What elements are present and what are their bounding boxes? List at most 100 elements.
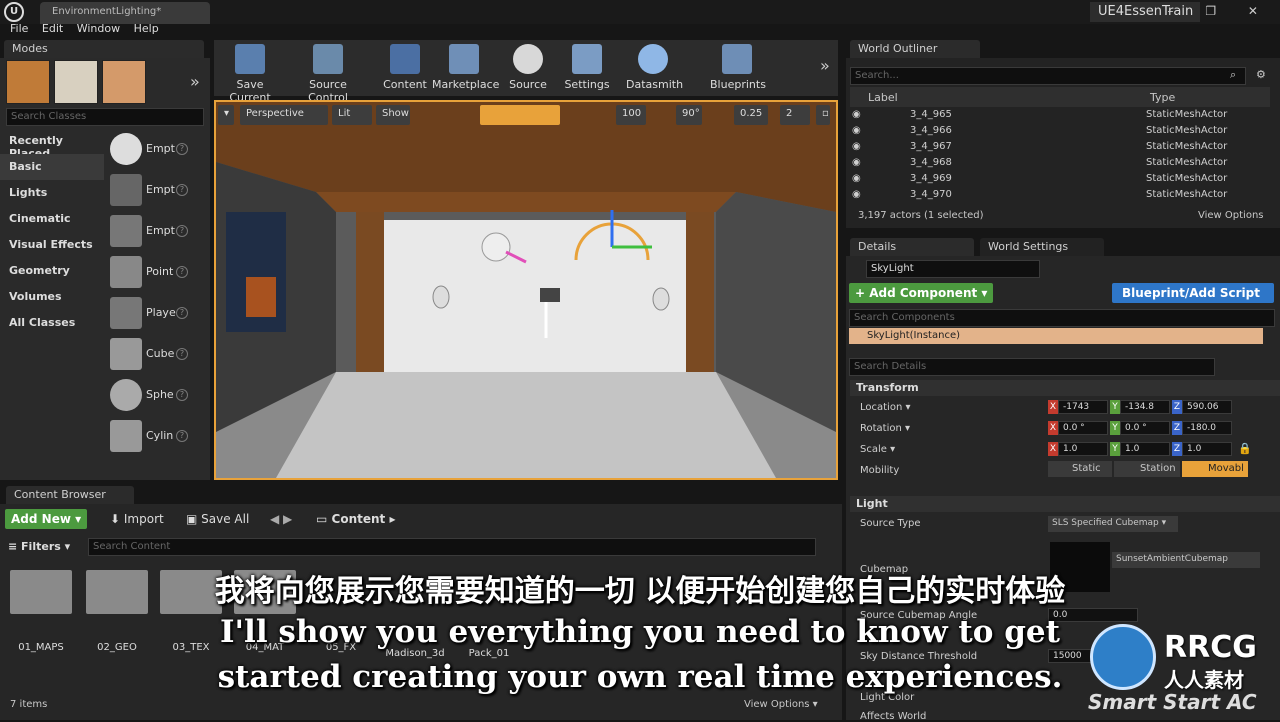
- source-button[interactable]: Source: [506, 42, 550, 94]
- place-item[interactable]: Empt?: [108, 212, 198, 252]
- transform-section-header[interactable]: Transform: [850, 380, 1280, 396]
- outliner-view-options[interactable]: View Options: [1198, 210, 1264, 221]
- settings-button[interactable]: Settings: [564, 42, 610, 94]
- table-row[interactable]: ◉ 3_4_965 StaticMeshActor: [850, 109, 1270, 124]
- chevron-right-icon[interactable]: »: [190, 72, 200, 91]
- table-row[interactable]: ◉ 3_4_966 StaticMeshActor: [850, 125, 1270, 140]
- help-icon[interactable]: ?: [176, 430, 188, 442]
- search-details-input[interactable]: Search Details: [849, 358, 1215, 376]
- table-row[interactable]: ◉ 3_4_968 StaticMeshActor: [850, 157, 1270, 172]
- content-button[interactable]: Content: [382, 42, 428, 94]
- help-icon[interactable]: ?: [176, 143, 188, 155]
- help-icon[interactable]: ?: [176, 389, 188, 401]
- category-geometry[interactable]: Geometry: [0, 258, 104, 284]
- blueprints-button[interactable]: Blueprints: [710, 42, 766, 94]
- search-classes-input[interactable]: Search Classes: [6, 108, 204, 126]
- lit-button[interactable]: Lit: [332, 105, 372, 125]
- menu-window[interactable]: Window: [77, 22, 120, 35]
- rotation-y-field[interactable]: 0.0 °: [1120, 421, 1170, 435]
- location-x-field[interactable]: -1743: [1058, 400, 1108, 414]
- category-basic[interactable]: Basic: [0, 154, 104, 180]
- world-outliner-tab[interactable]: World Outliner: [850, 40, 980, 58]
- visibility-eye-icon[interactable]: ◉: [852, 109, 861, 120]
- content-browser-tab[interactable]: Content Browser: [6, 486, 134, 504]
- modes-tab[interactable]: Modes: [4, 40, 204, 58]
- search-content-input[interactable]: Search Content: [88, 538, 816, 556]
- source-type-dropdown[interactable]: SLS Specified Cubemap ▾: [1048, 516, 1178, 532]
- level-tab[interactable]: EnvironmentLighting*: [40, 2, 210, 24]
- filters-button[interactable]: ≡ Filters ▾: [8, 540, 70, 553]
- place-item[interactable]: Sphe?: [108, 376, 198, 416]
- import-button[interactable]: ⬇ Import: [110, 512, 164, 526]
- scale-y-field[interactable]: 1.0: [1120, 442, 1170, 456]
- path-breadcrumb[interactable]: ▭ Content ▸: [316, 512, 395, 526]
- category-lights[interactable]: Lights: [0, 180, 104, 206]
- blueprint-add-script-button[interactable]: Blueprint/Add Script: [1112, 283, 1274, 303]
- mobility-stationary-button[interactable]: Station: [1114, 461, 1180, 477]
- place-mode-icon[interactable]: [6, 60, 50, 104]
- location-label[interactable]: Location ▾: [860, 402, 911, 413]
- menu-file[interactable]: File: [10, 22, 28, 35]
- type-column-header[interactable]: Type: [1150, 91, 1175, 104]
- marketplace-button[interactable]: Marketplace: [432, 42, 499, 94]
- history-nav-icon[interactable]: ◀ ▶: [270, 512, 292, 526]
- outliner-search-input[interactable]: Search...: [850, 67, 1246, 85]
- help-icon[interactable]: ?: [176, 307, 188, 319]
- visibility-eye-icon[interactable]: ◉: [852, 189, 861, 200]
- visibility-eye-icon[interactable]: ◉: [852, 125, 861, 136]
- landscape-mode-icon[interactable]: [102, 60, 146, 104]
- place-item[interactable]: Cube?: [108, 335, 198, 375]
- table-row[interactable]: ◉ 3_4_967 StaticMeshActor: [850, 141, 1270, 156]
- grid-size-button[interactable]: 100: [616, 105, 646, 125]
- location-y-field[interactable]: -134.8: [1120, 400, 1170, 414]
- light-section-header[interactable]: Light: [850, 496, 1280, 512]
- content-view-options[interactable]: View Options ▾: [744, 699, 818, 710]
- help-icon[interactable]: ?: [176, 266, 188, 278]
- search-components-input[interactable]: Search Components: [849, 309, 1275, 327]
- source-control-button[interactable]: Source Control: [288, 42, 368, 104]
- maximize-icon[interactable]: ▫: [816, 105, 830, 125]
- place-item[interactable]: Playe?: [108, 294, 198, 334]
- scale-snap-button[interactable]: 0.25: [734, 105, 768, 125]
- toolbar-overflow-icon[interactable]: »: [820, 56, 830, 75]
- category-volumes[interactable]: Volumes: [0, 284, 104, 310]
- rotation-z-field[interactable]: -180.0: [1182, 421, 1232, 435]
- category-cinematic[interactable]: Cinematic: [0, 206, 104, 232]
- place-item[interactable]: Empt?: [108, 171, 198, 211]
- camera-speed-button[interactable]: 2: [780, 105, 810, 125]
- transform-tools[interactable]: [480, 105, 560, 125]
- menu-help[interactable]: Help: [134, 22, 159, 35]
- paint-mode-icon[interactable]: [54, 60, 98, 104]
- save-all-button[interactable]: ▣ Save All: [186, 512, 249, 526]
- scale-x-field[interactable]: 1.0: [1058, 442, 1108, 456]
- mobility-movable-button[interactable]: Movabl: [1182, 461, 1248, 477]
- menu-edit[interactable]: Edit: [42, 22, 63, 35]
- scale-z-field[interactable]: 1.0: [1182, 442, 1232, 456]
- table-row[interactable]: ◉ 3_4_970 StaticMeshActor: [850, 189, 1270, 204]
- world-settings-tab[interactable]: World Settings: [980, 238, 1104, 256]
- lock-icon[interactable]: 🔒: [1238, 442, 1252, 455]
- details-tab[interactable]: Details: [850, 238, 974, 256]
- label-column-header[interactable]: Label: [868, 91, 898, 104]
- viewport-menu-icon[interactable]: ▾: [218, 105, 234, 125]
- category-recently-placed[interactable]: Recently Placed: [0, 128, 104, 160]
- datasmith-button[interactable]: Datasmith: [626, 42, 683, 94]
- save-current-button[interactable]: Save Current: [216, 42, 284, 104]
- place-item[interactable]: Empt?: [108, 130, 198, 170]
- show-button[interactable]: Show: [376, 105, 410, 125]
- help-icon[interactable]: ?: [176, 225, 188, 237]
- help-icon[interactable]: ?: [176, 348, 188, 360]
- scale-label[interactable]: Scale ▾: [860, 444, 895, 455]
- rotation-x-field[interactable]: 0.0 °: [1058, 421, 1108, 435]
- settings-icon[interactable]: ⚙: [1256, 68, 1266, 81]
- rotation-label[interactable]: Rotation ▾: [860, 423, 910, 434]
- visibility-eye-icon[interactable]: ◉: [852, 157, 861, 168]
- table-row[interactable]: ◉ 3_4_969 StaticMeshActor: [850, 173, 1270, 188]
- location-z-field[interactable]: 590.06: [1182, 400, 1232, 414]
- category-all-classes[interactable]: All Classes: [0, 310, 104, 336]
- perspective-button[interactable]: Perspective: [240, 105, 328, 125]
- level-viewport[interactable]: [214, 100, 838, 480]
- add-component-button[interactable]: + Add Component ▾: [849, 283, 994, 303]
- rotation-snap-button[interactable]: 90°: [676, 105, 702, 125]
- place-item[interactable]: Cylin?: [108, 417, 198, 457]
